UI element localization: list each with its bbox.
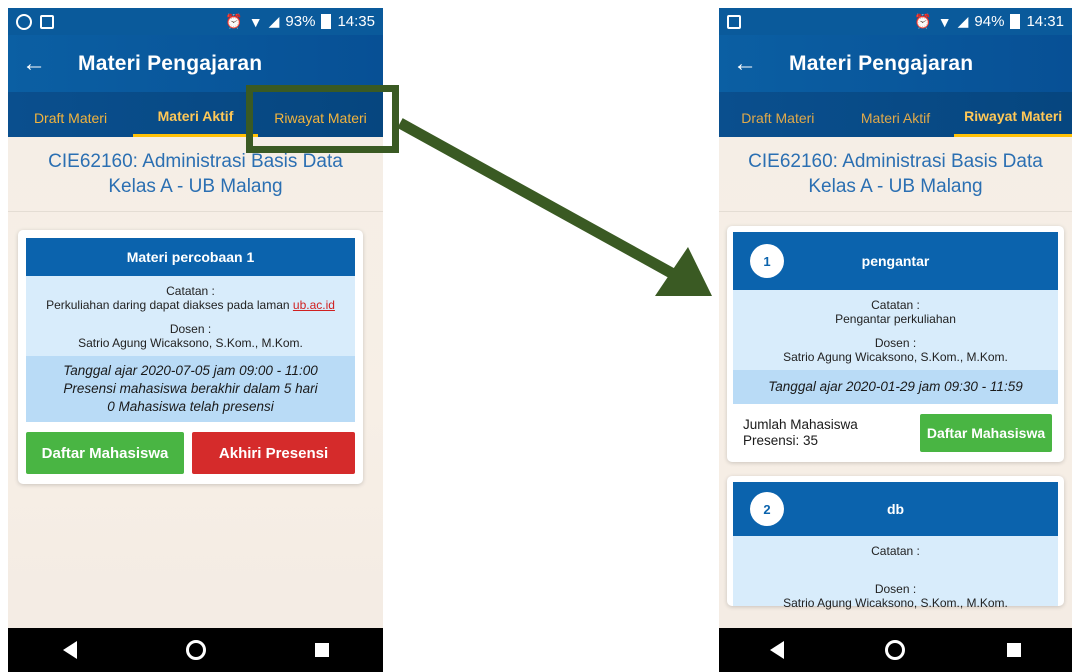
transition-arrow bbox=[397, 118, 712, 296]
comparison-stage: ⏰ ▼ ◢ 93% 14:35 ← Materi Pengajaran Draf… bbox=[0, 0, 1072, 672]
arrow-shaft bbox=[397, 118, 678, 280]
